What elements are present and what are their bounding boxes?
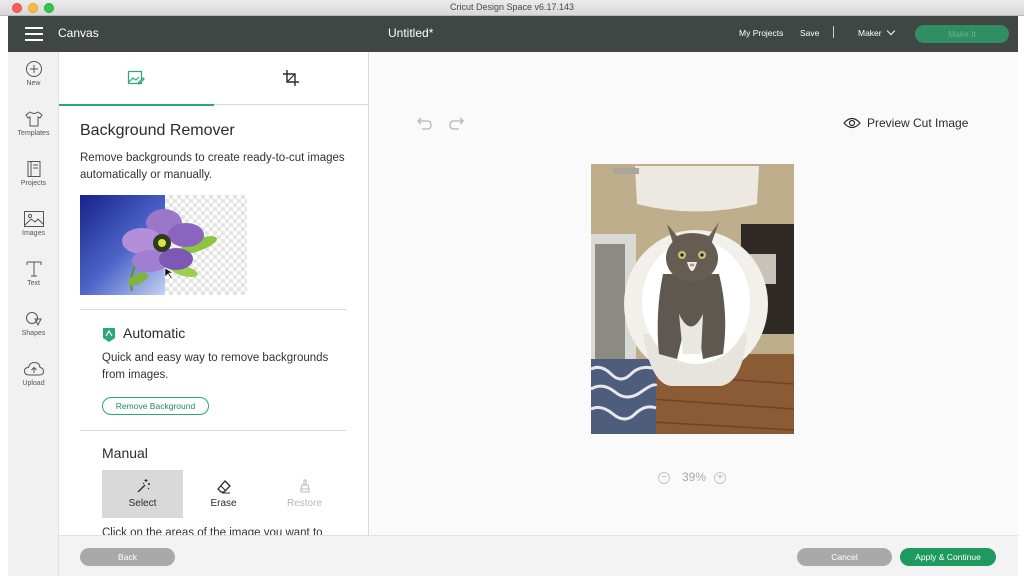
- automatic-section-description: Quick and easy way to remove backgrounds…: [102, 352, 329, 381]
- restore-tool-button[interactable]: Restore: [264, 470, 345, 518]
- zoom-control: − 39% +: [658, 470, 728, 486]
- rail-item-projects[interactable]: Projects: [8, 160, 59, 187]
- restore-tool-label: Restore: [286, 498, 322, 509]
- text-icon: [26, 261, 41, 277]
- panel-description: Remove backgrounds to create ready-to-cu…: [80, 152, 345, 181]
- redo-icon[interactable]: [447, 115, 465, 131]
- canvas-area[interactable]: Preview Cut Image − 39% +: [370, 52, 1018, 535]
- rail-label-upload: Upload: [22, 380, 45, 387]
- uploaded-cat-photo[interactable]: [591, 164, 794, 434]
- preview-cut-label: Preview Cut Image: [867, 116, 969, 130]
- image-icon: [23, 211, 44, 227]
- app-header: Canvas Untitled* My Projects Save Maker …: [8, 16, 1018, 52]
- background-removal-example-image: [80, 195, 247, 295]
- rail-label-images: Images: [22, 230, 45, 237]
- tab-crop[interactable]: [214, 52, 368, 105]
- footer-bar: Back Cancel Apply & Continue: [59, 535, 1018, 576]
- panel-tabs: [59, 52, 368, 106]
- undo-icon[interactable]: [416, 115, 434, 131]
- plus-circle-icon: [25, 61, 42, 77]
- cancel-button[interactable]: Cancel: [797, 548, 892, 566]
- tab-background-remover[interactable]: [59, 52, 214, 106]
- magic-wand-icon: [137, 479, 150, 493]
- rail-item-images[interactable]: Images: [8, 210, 59, 237]
- rail-label-new: New: [26, 80, 41, 87]
- rail-label-text: Text: [27, 280, 40, 287]
- document-title: Untitled*: [388, 26, 434, 40]
- machine-label: Maker: [858, 28, 882, 38]
- window-title: Cricut Design Space v6.17.143: [449, 2, 575, 12]
- eye-icon: [843, 117, 861, 129]
- shapes-icon: [25, 312, 42, 327]
- manual-instructions: Click on the areas of the image you want…: [102, 527, 323, 535]
- rail-item-templates[interactable]: Templates: [8, 110, 59, 137]
- save-link[interactable]: Save: [800, 28, 819, 38]
- manual-section-title: Manual: [102, 445, 148, 461]
- automatic-remove-icon: [103, 328, 115, 342]
- background-remover-panel: Background Remover Remove backgrounds to…: [59, 52, 369, 535]
- header-separator: [833, 26, 834, 38]
- zoom-level: 39%: [681, 470, 707, 484]
- rail-item-shapes[interactable]: Shapes: [8, 310, 59, 337]
- window-titlebar: Cricut Design Space v6.17.143: [0, 0, 1024, 16]
- rail-item-upload[interactable]: Upload: [8, 360, 59, 387]
- back-button[interactable]: Back: [80, 548, 175, 566]
- chevron-down-icon: [886, 26, 895, 36]
- image-edit-icon: [127, 70, 145, 85]
- zoom-out-button[interactable]: −: [658, 472, 670, 484]
- crop-icon: [283, 70, 299, 86]
- apply-continue-button[interactable]: Apply & Continue: [900, 548, 996, 566]
- section-divider: [80, 430, 346, 431]
- erase-tool-label: Erase: [210, 498, 237, 509]
- rail-item-new[interactable]: New: [8, 60, 59, 87]
- machine-select[interactable]: Maker: [858, 26, 895, 38]
- cat-on-toilet-image: [591, 164, 794, 434]
- select-tool-button[interactable]: Select: [102, 470, 183, 518]
- cloud-upload-icon: [23, 361, 44, 376]
- tshirt-icon: [24, 111, 43, 127]
- my-projects-link[interactable]: My Projects: [739, 28, 783, 38]
- preview-cut-image-toggle[interactable]: Preview Cut Image: [843, 116, 968, 130]
- rail-label-shapes: Shapes: [21, 330, 46, 337]
- automatic-section-title: Automatic: [123, 325, 186, 341]
- book-icon: [27, 161, 40, 177]
- eraser-icon: [216, 480, 231, 494]
- restore-brush-icon: [299, 479, 310, 493]
- select-tool-label: Select: [128, 498, 157, 509]
- section-divider: [80, 309, 346, 310]
- left-nav-rail: New Templates Projects Images Text Shape…: [8, 52, 59, 576]
- zoom-in-button[interactable]: +: [714, 472, 726, 484]
- rail-item-text[interactable]: Text: [8, 260, 59, 287]
- erase-tool-button[interactable]: Erase: [183, 470, 264, 518]
- section-title: Canvas: [58, 26, 99, 40]
- panel-title: Background Remover: [80, 122, 235, 139]
- rail-label-projects: Projects: [20, 180, 47, 187]
- remove-background-button[interactable]: Remove Background: [102, 397, 209, 415]
- flower-illustration: [122, 209, 217, 292]
- menu-icon[interactable]: [25, 27, 43, 41]
- make-it-button[interactable]: Make It: [915, 25, 1009, 43]
- rail-label-templates: Templates: [17, 130, 50, 137]
- window-edge: [1018, 16, 1024, 576]
